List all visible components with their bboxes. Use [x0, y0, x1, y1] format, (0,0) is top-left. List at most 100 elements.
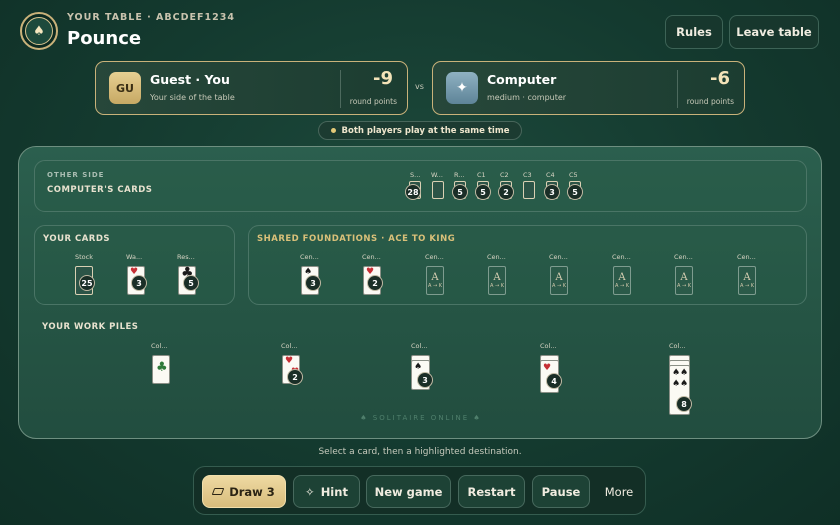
reserve-label: Res... [177, 253, 195, 261]
foundations-panel: SHARED FOUNDATIONS · ACE TO KING Cen... … [248, 225, 807, 305]
work-pile-label: Col... [669, 342, 686, 350]
divider [677, 70, 678, 108]
ace-placeholder: A [493, 271, 501, 283]
ace-placeholder: A [555, 271, 563, 283]
pile-count-badge: 5 [452, 184, 468, 200]
ace-to-king-hint: A → K [614, 282, 630, 289]
ace-to-king-hint: A → K [739, 282, 755, 289]
more-button[interactable]: More [596, 475, 642, 508]
pile-count-badge: 28 [405, 184, 421, 200]
page-title: Pounce [67, 28, 142, 49]
opp-pile-label: R... [454, 171, 465, 179]
pile-count-badge: 2 [498, 184, 514, 200]
rules-button[interactable]: Rules [665, 15, 723, 49]
hint-label: Hint [320, 484, 348, 499]
watermark: ♠ SOLITAIRE ONLINE ♠ [360, 414, 482, 422]
status-dot-icon [330, 128, 336, 133]
player-name: Guest · You [150, 72, 230, 87]
your-cards-title: YOUR CARDS [43, 234, 111, 244]
pile-count-badge: 5 [183, 275, 199, 291]
spade-icon: ♠ [680, 368, 689, 378]
banner-text: Both players play at the same time [341, 125, 510, 136]
pile-count-badge: 5 [567, 184, 583, 200]
pile-count-badge: 3 [305, 275, 321, 291]
avatar: GU [109, 72, 141, 104]
pile-count-badge: 2 [367, 275, 383, 291]
restart-button[interactable]: Restart [458, 475, 525, 508]
player-card-computer: ✦ Computer medium · computer -6 round po… [432, 61, 745, 115]
work-pile-label: Col... [540, 342, 557, 350]
opp-pile-label: C3 [523, 171, 532, 179]
opp-pile-label: S... [410, 171, 421, 179]
card-icon [211, 488, 225, 495]
work-pile-label: Col... [411, 342, 428, 350]
opp-pile-label: C5 [569, 171, 578, 179]
pile-count-badge: 2 [287, 369, 303, 385]
opp-pile-label: W... [431, 171, 443, 179]
pile-count-badge: 4 [546, 373, 562, 389]
pile-count-badge: 3 [417, 372, 433, 388]
foundation-empty-slot[interactable]: A A → K [675, 266, 693, 295]
foundation-empty-slot[interactable]: A A → K [738, 266, 756, 295]
ace-placeholder: A [431, 271, 439, 283]
ace-to-king-hint: A → K [676, 282, 692, 289]
pile-count-badge: 25 [79, 275, 95, 291]
draw-button[interactable]: Draw 3 [202, 475, 286, 508]
opponent-title: COMPUTER'S CARDS [47, 185, 153, 195]
foundations-title: SHARED FOUNDATIONS · ACE TO KING [257, 234, 456, 244]
foundation-label: Cen... [362, 253, 381, 261]
opp-pile-label: C1 [477, 171, 486, 179]
work-pile-label: Col... [151, 342, 168, 350]
leave-table-button[interactable]: Leave table [729, 15, 819, 49]
sparkle-icon: ✦ [446, 72, 478, 104]
player-name: Computer [487, 72, 557, 87]
foundation-label: Cen... [612, 253, 631, 261]
simultaneous-play-badge: Both players play at the same time [318, 121, 522, 140]
new-game-button[interactable]: New game [366, 475, 451, 508]
foundation-empty-slot[interactable]: A A → K [488, 266, 506, 295]
cards-logo-icon: ♠ [25, 17, 53, 45]
foundation-label: Cen... [737, 253, 756, 261]
draw-label: Draw 3 [229, 484, 275, 499]
opponent-kicker: OTHER SIDE [47, 171, 105, 179]
ace-placeholder: A [680, 271, 688, 283]
spade-icon: ♠ [414, 362, 423, 372]
player-subtitle: Your side of the table [150, 93, 235, 102]
site-logo[interactable]: ♠ [20, 12, 58, 50]
table-id: YOUR TABLE · ABCDEF1234 [67, 12, 235, 23]
pile-count-badge: 5 [475, 184, 491, 200]
foundation-label: Cen... [425, 253, 444, 261]
waste-label: Wa... [126, 253, 143, 261]
divider [340, 70, 341, 108]
work-pile-label: Col... [281, 342, 298, 350]
hint-button[interactable]: ✧ Hint [293, 475, 360, 508]
opp-pile-label: C2 [500, 171, 509, 179]
ace-to-king-hint: A → K [551, 282, 567, 289]
pile-count-badge: 3 [131, 275, 147, 291]
pile-count-badge: 8 [676, 396, 692, 412]
player-subtitle: medium · computer [487, 93, 567, 102]
sparkle-icon: ✧ [305, 484, 315, 499]
spade-icon: ♠ [680, 379, 689, 389]
foundation-empty-slot[interactable]: A A → K [550, 266, 568, 295]
foundation-empty-slot[interactable]: A A → K [426, 266, 444, 295]
spade-icon: ♠ [672, 379, 681, 389]
opp-column-pile [523, 181, 535, 199]
score-label: round points [349, 97, 397, 106]
face-card-icon: ♣ [156, 360, 168, 375]
work-pile[interactable]: ♣ [152, 355, 170, 384]
game-toolbar: Draw 3 ✧ Hint New game Restart Pause Mor… [193, 466, 646, 515]
opp-waste-pile [432, 181, 444, 199]
ace-to-king-hint: A → K [489, 282, 505, 289]
foundation-label: Cen... [549, 253, 568, 261]
pause-button[interactable]: Pause [532, 475, 590, 508]
heart-icon: ♥ [543, 363, 552, 373]
work-piles-title: YOUR WORK PILES [42, 322, 139, 332]
ace-to-king-hint: A → K [427, 282, 443, 289]
foundation-empty-slot[interactable]: A A → K [613, 266, 631, 295]
your-cards-panel: YOUR CARDS Stock 25 Wa... ♥ 3 Res... ♣ 5 [34, 225, 235, 305]
vs-label: vs [415, 82, 424, 91]
ace-placeholder: A [618, 271, 626, 283]
score-label: round points [686, 97, 734, 106]
game-board: OTHER SIDE COMPUTER'S CARDS S... 28 W...… [18, 146, 822, 439]
